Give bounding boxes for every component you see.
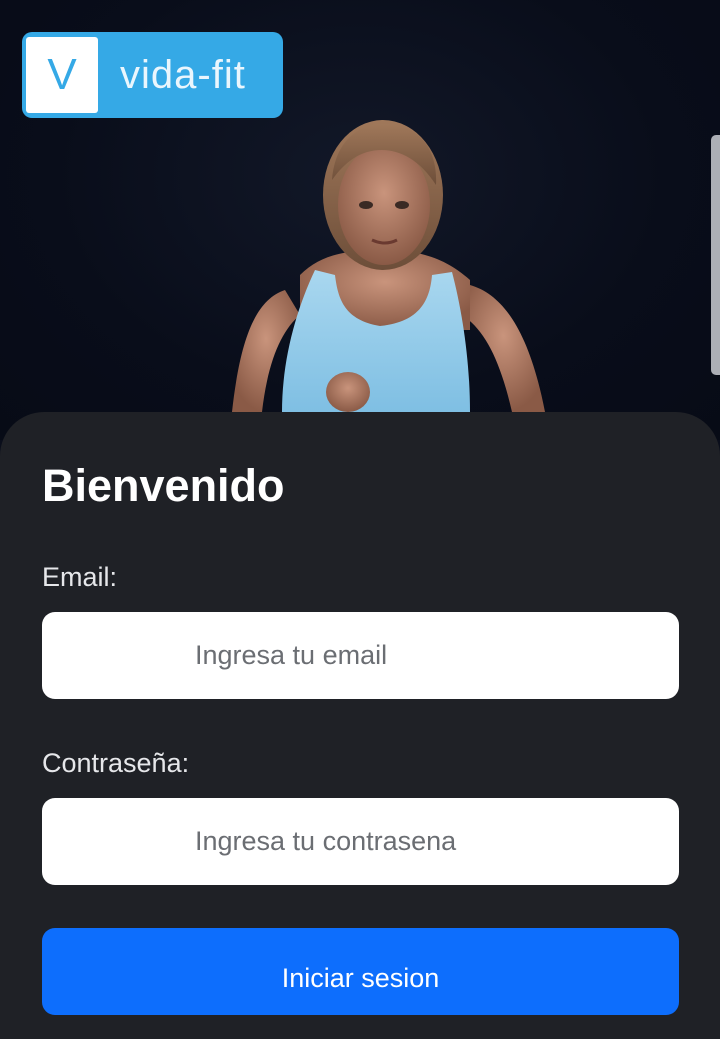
login-sheet: Bienvenido Email: Contraseña: Iniciar se…: [0, 412, 720, 1039]
scrollbar[interactable]: [711, 135, 720, 375]
login-button[interactable]: Iniciar sesion: [42, 928, 679, 1015]
login-screen: V vida-fit Bienvenido Email: Contraseña:…: [0, 0, 720, 1039]
password-field[interactable]: [42, 798, 679, 885]
page-title: Bienvenido: [42, 460, 285, 511]
logo-wordmark: vida-fit: [120, 52, 246, 97]
vida-fit-logo: V vida-fit: [22, 32, 283, 118]
password-label: Contraseña:: [42, 748, 190, 778]
logo-mark-icon: V: [26, 37, 98, 113]
email-label: Email:: [42, 562, 118, 592]
email-field[interactable]: [42, 612, 679, 699]
